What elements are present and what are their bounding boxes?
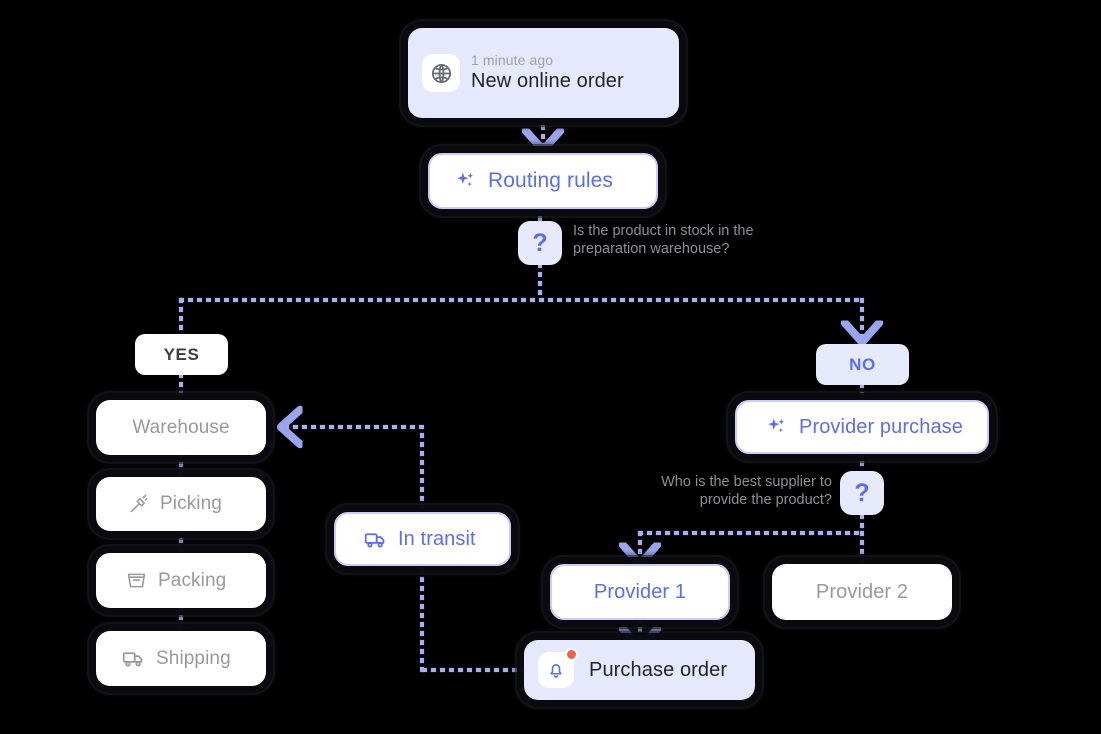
question-badge-supplier-glyph: ? — [854, 478, 870, 507]
node-provider-1[interactable]: Provider 1 — [550, 564, 730, 620]
node-in-transit[interactable]: In transit — [334, 512, 511, 566]
branch-label-no: NO — [816, 344, 909, 385]
purchase-order-label: Purchase order — [589, 658, 728, 681]
question-badge-stock[interactable]: ? — [518, 221, 562, 265]
question-text-stock: Is the product in stock in the preparati… — [573, 223, 754, 258]
node-new-online-order[interactable]: 1 minute ago New online order — [408, 28, 679, 118]
warehouse-label: Warehouse — [132, 416, 230, 438]
truck-icon — [364, 528, 387, 551]
branch-label-yes: YES — [135, 334, 228, 375]
truck-icon — [122, 647, 145, 670]
picking-label: Picking — [160, 493, 222, 514]
node-shipping[interactable]: Shipping — [96, 631, 266, 686]
node-provider-purchase[interactable]: Provider purchase — [735, 400, 989, 454]
notification-dot-icon — [565, 648, 578, 661]
sparkles-icon — [454, 170, 477, 193]
branch-label-yes-text: YES — [163, 344, 200, 364]
sparkles-icon — [765, 416, 788, 439]
provider-1-label: Provider 1 — [593, 580, 687, 603]
packing-label: Packing — [158, 569, 227, 591]
bell-icon — [538, 648, 578, 688]
routing-rules-label: Routing rules — [488, 169, 614, 192]
new-order-label: New online order — [471, 70, 624, 93]
package-box-icon — [126, 570, 147, 591]
question-badge-supplier[interactable]: ? — [840, 471, 884, 515]
in-transit-label: In transit — [398, 527, 476, 550]
shipping-label: Shipping — [156, 647, 231, 669]
node-provider-2[interactable]: Provider 2 — [772, 564, 952, 620]
new-order-timestamp: 1 minute ago — [471, 52, 554, 69]
question-text-supplier: Who is the best supplier to provide the … — [661, 474, 832, 509]
new-order-text: 1 minute ago New online order — [471, 53, 624, 92]
barcode-scanner-icon — [128, 494, 149, 515]
provider-purchase-label: Provider purchase — [799, 415, 964, 438]
node-warehouse[interactable]: Warehouse — [96, 400, 266, 455]
flowchart-canvas: 1 minute ago New online order Routing ru… — [0, 0, 1101, 734]
globe-icon — [422, 54, 460, 92]
node-purchase-order[interactable]: Purchase order — [524, 640, 755, 700]
node-picking[interactable]: Picking — [96, 477, 266, 531]
node-packing[interactable]: Packing — [96, 553, 266, 608]
question-badge-stock-glyph: ? — [532, 228, 548, 257]
provider-2-label: Provider 2 — [815, 580, 909, 603]
node-routing-rules[interactable]: Routing rules — [428, 153, 658, 209]
branch-label-no-text: NO — [849, 354, 876, 374]
